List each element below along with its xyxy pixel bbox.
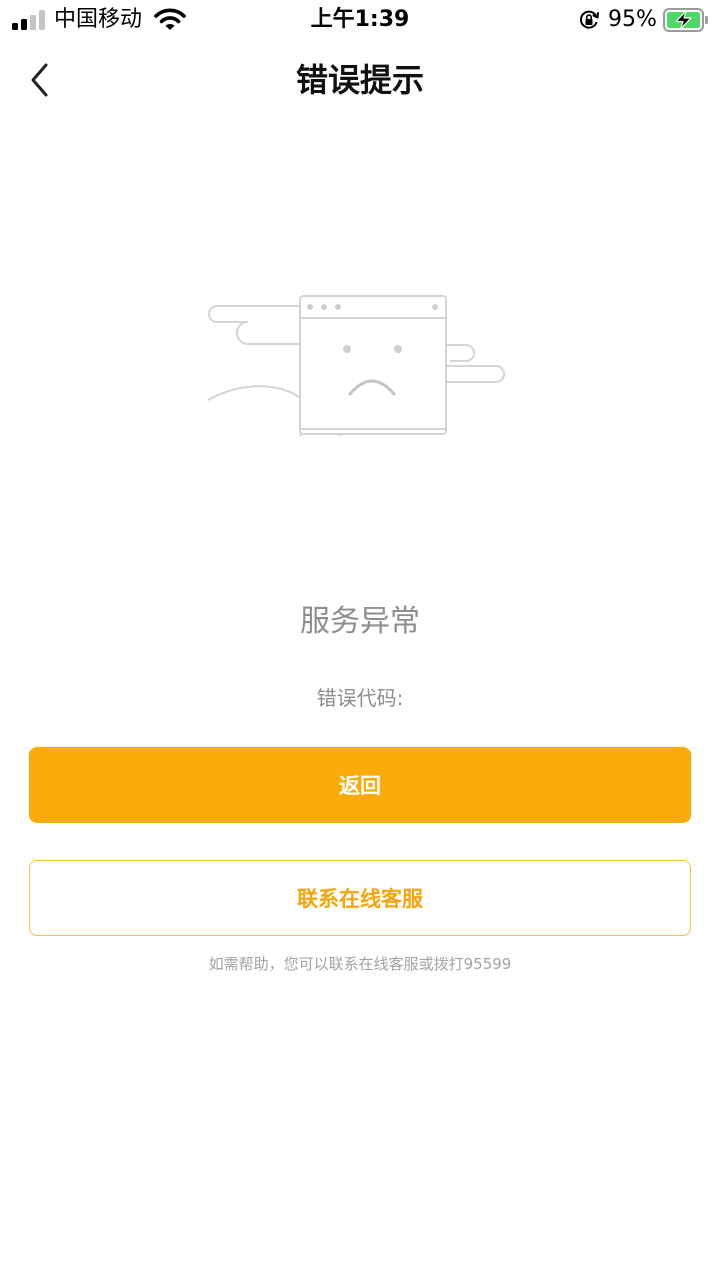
error-title: 服务异常 (300, 604, 420, 639)
return-button-label: 返回 (339, 774, 381, 798)
status-bar: 中国移动 上午1:39 95% (0, 0, 720, 40)
page-title: 错误提示 (295, 61, 424, 99)
contact-support-label: 联系在线客服 (297, 887, 423, 911)
orientation-lock-icon (579, 10, 599, 29)
error-code-label: 错误代码: (316, 686, 404, 710)
contact-support-button[interactable]: 联系在线客服 (29, 860, 691, 936)
battery-percent: 95% (608, 7, 657, 32)
battery-charging-icon (663, 8, 708, 32)
return-button[interactable]: 返回 (29, 747, 691, 823)
error-screen: 中国移动 上午1:39 95% 错误提示 服务异常 错误代码: 返回 联系在线客… (0, 0, 720, 1280)
sad-browser-window-illustration (207, 295, 505, 437)
help-text: 如需帮助，您可以联系在线客服或拨打95599 (208, 955, 512, 973)
nav-bar: 错误提示 (0, 44, 720, 120)
